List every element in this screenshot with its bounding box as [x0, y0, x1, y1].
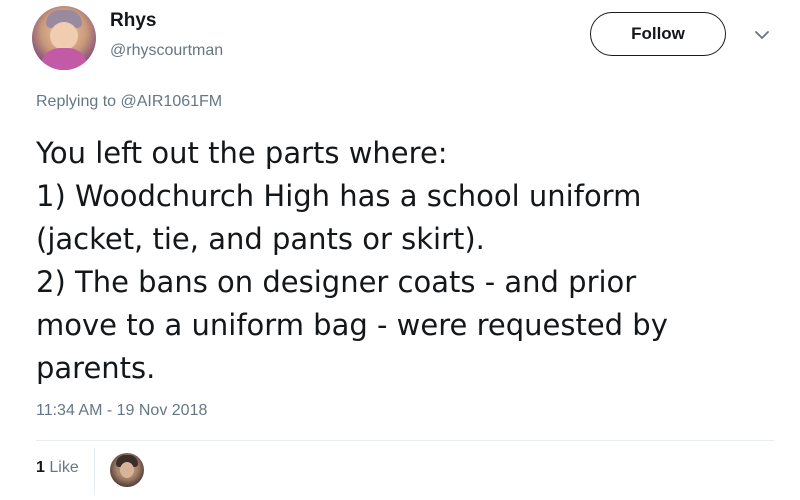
avatar-body — [40, 48, 88, 70]
reply-prefix: Replying to — [36, 93, 121, 110]
author-avatar[interactable] — [32, 6, 96, 70]
like-count-number: 1 — [36, 459, 45, 476]
tweet-text: You left out the parts where: 1) Woodchu… — [36, 136, 668, 385]
chevron-down-icon[interactable] — [752, 28, 772, 42]
tweet-card: Rhys @rhyscourtman Follow Replying to @A… — [0, 0, 800, 500]
liker-face — [120, 462, 134, 478]
likes-separator — [94, 448, 95, 494]
like-count-label: Like — [49, 459, 79, 476]
reply-context: Replying to @AIR1061FM — [36, 93, 222, 111]
follow-button[interactable]: Follow — [590, 12, 726, 56]
divider — [36, 440, 774, 441]
avatar-face — [50, 22, 78, 50]
author-name[interactable]: Rhys — [110, 10, 156, 32]
tweet-timestamp[interactable]: 11:34 AM - 19 Nov 2018 — [36, 402, 207, 420]
likes-count[interactable]: 1 Like — [36, 459, 79, 477]
author-handle[interactable]: @rhyscourtman — [110, 42, 223, 60]
liker-avatar[interactable] — [110, 453, 144, 487]
reply-mention-link[interactable]: @AIR1061FM — [121, 93, 223, 110]
